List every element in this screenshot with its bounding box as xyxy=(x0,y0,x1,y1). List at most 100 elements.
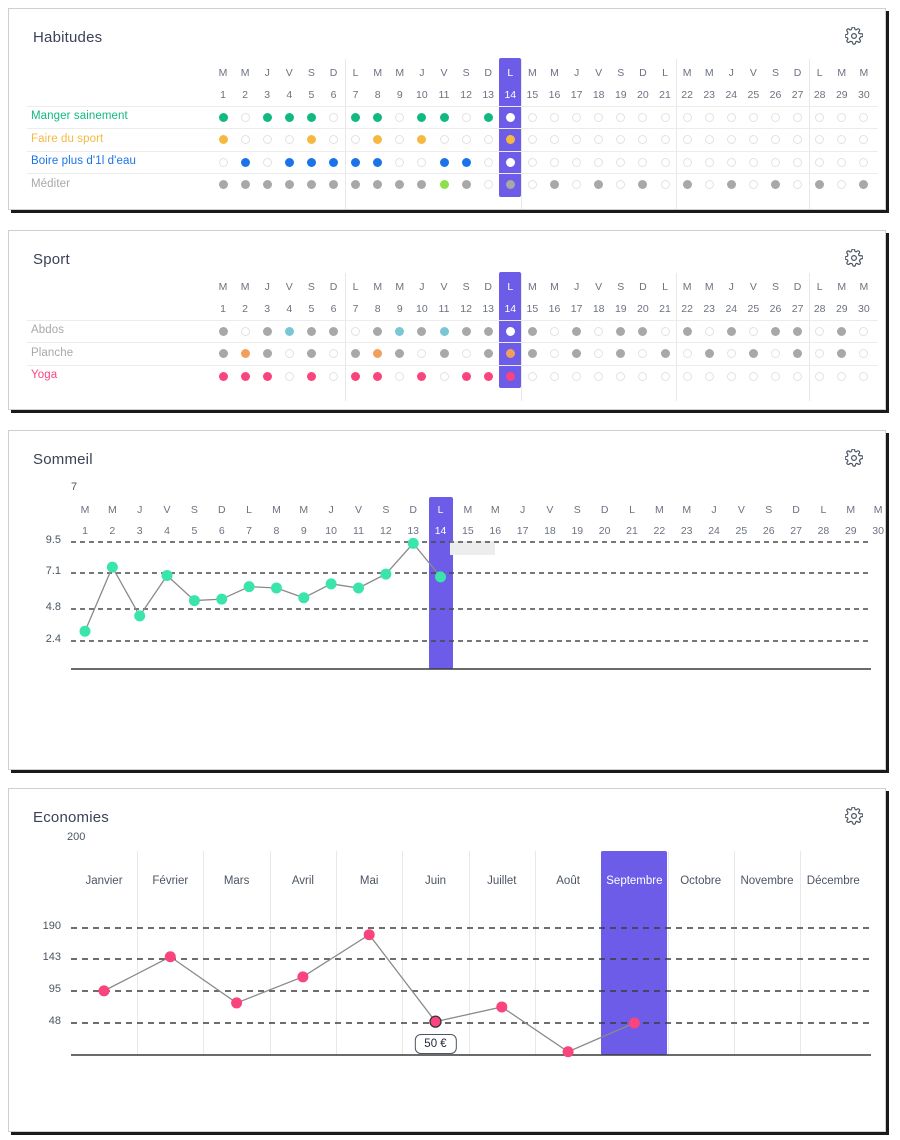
habit-dot[interactable] xyxy=(616,135,626,144)
data-point[interactable] xyxy=(231,997,243,1009)
habit-dot[interactable] xyxy=(505,157,515,167)
day-number-label[interactable]: 18 xyxy=(588,303,610,315)
day-number-label[interactable]: 25 xyxy=(742,303,764,315)
habit-dot[interactable] xyxy=(351,349,361,358)
habit-dot[interactable] xyxy=(483,371,493,381)
habit-dot[interactable] xyxy=(351,326,361,336)
habit-dot[interactable] xyxy=(284,157,294,167)
habit-dot[interactable] xyxy=(461,135,471,144)
habit-dot[interactable] xyxy=(704,135,714,144)
habit-dot[interactable] xyxy=(550,180,559,189)
habit-dot[interactable] xyxy=(240,326,250,336)
day-number-label[interactable]: 10 xyxy=(411,89,433,101)
habit-dot[interactable] xyxy=(417,371,427,381)
habit-dot[interactable] xyxy=(748,135,758,144)
habit-dot[interactable] xyxy=(815,157,825,167)
habit-dot[interactable] xyxy=(682,135,692,144)
habit-dot[interactable] xyxy=(306,371,316,381)
day-number-label[interactable]: 14 xyxy=(499,303,521,315)
habit-dot[interactable] xyxy=(660,180,670,189)
habit-dot[interactable] xyxy=(748,371,758,381)
habit-dot[interactable] xyxy=(859,157,869,167)
habit-dot[interactable] xyxy=(461,371,471,381)
day-number-label[interactable]: 4 xyxy=(278,89,300,101)
habit-dot[interactable] xyxy=(527,157,537,167)
habit-dot[interactable] xyxy=(616,180,626,189)
habit-dot[interactable] xyxy=(616,349,626,358)
habit-dot[interactable] xyxy=(616,371,626,381)
habit-dot[interactable] xyxy=(284,349,294,358)
habit-dot[interactable] xyxy=(726,371,736,381)
habit-dot[interactable] xyxy=(594,135,604,144)
day-number-label[interactable]: 23 xyxy=(698,303,720,315)
habit-row-label[interactable]: Manger sainement xyxy=(31,110,128,122)
habit-dot[interactable] xyxy=(218,349,228,358)
habit-dot[interactable] xyxy=(505,180,515,189)
habit-dot[interactable] xyxy=(240,157,250,167)
day-number-label[interactable]: 12 xyxy=(455,303,477,315)
habit-dot[interactable] xyxy=(373,112,383,122)
day-number-label[interactable]: 23 xyxy=(698,89,720,101)
day-number-label[interactable]: 19 xyxy=(610,303,632,315)
habit-dot[interactable] xyxy=(704,112,714,122)
day-number-label[interactable]: 22 xyxy=(676,303,698,315)
day-number-label[interactable]: 21 xyxy=(654,89,676,101)
habit-dot[interactable] xyxy=(682,349,692,358)
habit-dot[interactable] xyxy=(329,371,338,381)
habit-dot[interactable] xyxy=(351,135,361,144)
habit-dot[interactable] xyxy=(748,112,758,122)
habit-dot[interactable] xyxy=(682,326,692,336)
day-number-label[interactable]: 17 xyxy=(566,303,588,315)
habit-dot[interactable] xyxy=(461,157,471,167)
data-point[interactable] xyxy=(407,537,419,549)
habit-dot[interactable] xyxy=(483,349,493,358)
habit-dot[interactable] xyxy=(726,349,736,358)
habit-dot[interactable] xyxy=(329,326,338,336)
data-point[interactable] xyxy=(325,578,337,590)
habit-dot[interactable] xyxy=(527,135,537,144)
habit-dot[interactable] xyxy=(218,135,228,144)
habit-dot[interactable] xyxy=(815,349,825,358)
habit-dot[interactable] xyxy=(262,326,272,336)
habit-row-label[interactable]: Yoga xyxy=(31,369,57,381)
habit-dot[interactable] xyxy=(793,349,803,358)
day-number-label[interactable]: 14 xyxy=(499,89,521,101)
habit-dot[interactable] xyxy=(859,371,869,381)
habit-dot[interactable] xyxy=(527,349,537,358)
day-number-label[interactable]: 20 xyxy=(632,303,654,315)
data-point[interactable] xyxy=(496,1001,508,1013)
habit-dot[interactable] xyxy=(439,326,449,336)
habit-dot[interactable] xyxy=(660,157,670,167)
habit-dot[interactable] xyxy=(748,157,758,167)
habit-dot[interactable] xyxy=(572,371,582,381)
habit-dot[interactable] xyxy=(682,112,692,122)
habit-dot[interactable] xyxy=(572,180,582,189)
day-number-label[interactable]: 22 xyxy=(676,89,698,101)
habit-dot[interactable] xyxy=(594,157,604,167)
habit-dot[interactable] xyxy=(726,180,736,189)
habit-dot[interactable] xyxy=(461,349,471,358)
habit-dot[interactable] xyxy=(572,349,582,358)
habit-dot[interactable] xyxy=(572,326,582,336)
habit-dot[interactable] xyxy=(284,326,294,336)
habit-dot[interactable] xyxy=(660,135,670,144)
habit-dot[interactable] xyxy=(748,349,758,358)
habit-dot[interactable] xyxy=(660,326,670,336)
habit-dot[interactable] xyxy=(638,112,648,122)
habit-dot[interactable] xyxy=(505,371,515,381)
habit-dot[interactable] xyxy=(660,112,670,122)
habit-dot[interactable] xyxy=(262,112,272,122)
day-number-label[interactable]: 2 xyxy=(234,89,256,101)
habit-dot[interactable] xyxy=(395,326,405,336)
habit-dot[interactable] xyxy=(859,326,869,336)
habit-dot[interactable] xyxy=(594,349,604,358)
day-number-label[interactable]: 17 xyxy=(566,89,588,101)
habit-dot[interactable] xyxy=(329,112,338,122)
day-number-label[interactable]: 11 xyxy=(433,303,455,315)
habit-dot[interactable] xyxy=(748,180,758,189)
habit-dot[interactable] xyxy=(837,371,847,381)
habit-dot[interactable] xyxy=(638,157,648,167)
habit-dot[interactable] xyxy=(262,157,272,167)
habit-dot[interactable] xyxy=(351,180,361,189)
data-point[interactable] xyxy=(243,581,255,593)
